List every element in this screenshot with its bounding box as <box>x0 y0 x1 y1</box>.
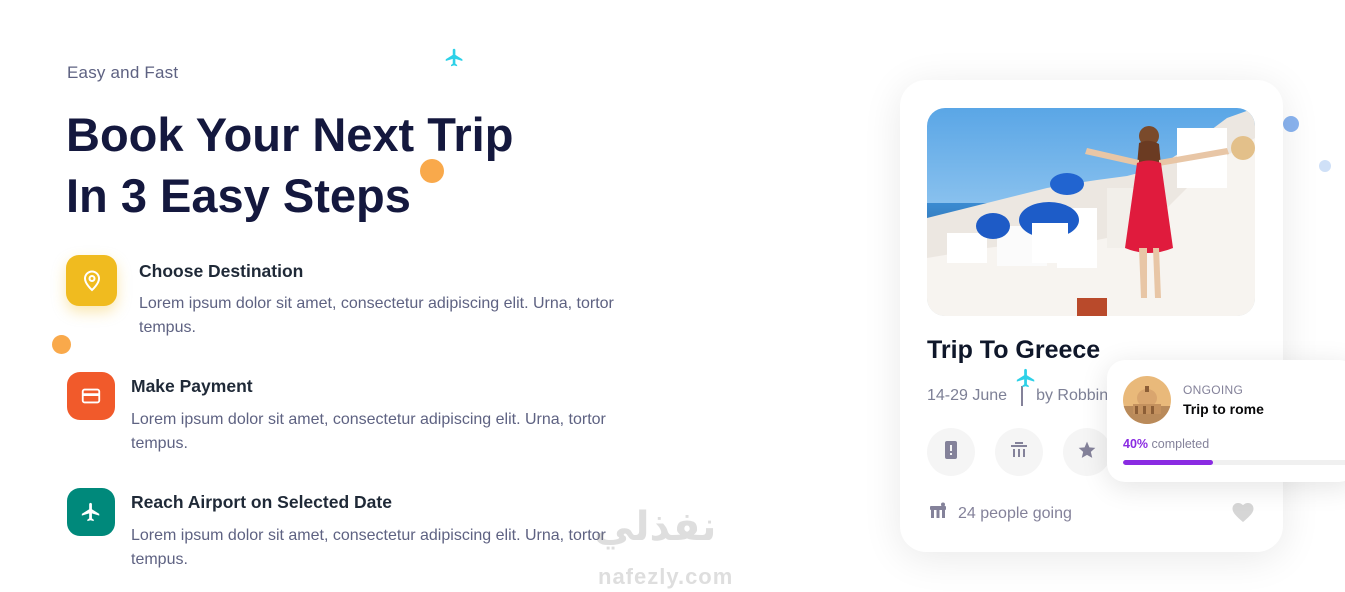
step-description: Lorem ipsum dolor sit amet, consectetur … <box>131 411 606 452</box>
trip-title: Trip To Greece <box>927 336 1101 364</box>
airplane-icon <box>67 488 115 536</box>
people-count: 24 people going <box>958 504 1072 522</box>
building-icon <box>928 502 958 525</box>
send-button[interactable] <box>1063 428 1111 476</box>
title-line-1: Book Your Next Trip <box>66 108 514 161</box>
watermark-logo: نفذلي nafezly.com <box>588 504 758 592</box>
trip-photo <box>927 108 1255 316</box>
progress-percent: 40% <box>1123 437 1149 451</box>
trip-dates: 14-29 June <box>927 387 1008 404</box>
blue-dot-decoration <box>1319 160 1331 172</box>
ongoing-trip-card[interactable]: ONGOING Trip to rome 40% completed <box>1107 360 1345 482</box>
trip-status: ONGOING <box>1183 383 1244 397</box>
title-line-2: In 3 Easy Steps <box>66 169 411 222</box>
progress-bar <box>1123 460 1345 465</box>
send-icon <box>1077 440 1097 465</box>
map-button[interactable] <box>995 428 1043 476</box>
step-description: Lorem ipsum dolor sit amet, consectetur … <box>131 527 606 568</box>
watermark-arabic: نفذلي <box>594 505 717 549</box>
airplane-decoration-icon <box>1015 367 1037 394</box>
step-title: Make Payment <box>131 376 253 396</box>
watermark-latin: nafezly.com <box>598 564 734 589</box>
orange-dot-decoration <box>52 335 71 354</box>
section-eyebrow: Easy and Fast <box>67 63 179 82</box>
step-title: Reach Airport on Selected Date <box>131 492 392 512</box>
people-going: 24 people going <box>928 502 1072 525</box>
step-title: Choose Destination <box>139 261 304 281</box>
leaf-button[interactable] <box>927 428 975 476</box>
trip-avatar <box>1123 376 1171 424</box>
trip-author: by Robbin j <box>1036 387 1117 404</box>
progress-fill <box>1123 460 1214 465</box>
credit-card-icon <box>67 372 115 420</box>
trip-name: Trip to rome <box>1183 401 1264 417</box>
page-title: Book Your Next Trip In 3 Easy Steps <box>66 104 586 226</box>
blue-dot-decoration <box>1283 116 1299 132</box>
step-description: Lorem ipsum dolor sit amet, consectetur … <box>139 295 614 336</box>
airplane-decoration-icon <box>444 47 465 73</box>
progress-suffix: completed <box>1151 437 1210 451</box>
progress-label: 40% completed <box>1123 437 1209 451</box>
heart-icon[interactable] <box>1231 501 1255 528</box>
leaf-icon <box>944 440 958 464</box>
map-icon <box>1010 441 1028 463</box>
location-pin-icon <box>66 255 117 306</box>
